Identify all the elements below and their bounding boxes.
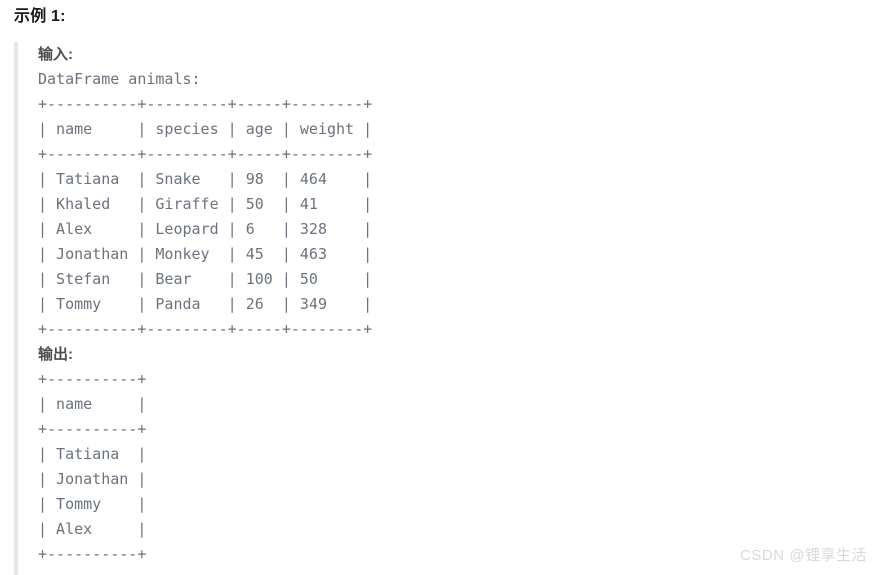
page-title: 示例 1: bbox=[14, 8, 66, 25]
input-caption: DataFrame animals: bbox=[38, 70, 201, 88]
document-page: 示例 1: 输入: DataFrame animals: +----------… bbox=[0, 0, 881, 575]
example-blockquote: 输入: DataFrame animals: +----------+-----… bbox=[14, 42, 874, 575]
output-label: 输出: bbox=[38, 346, 73, 363]
input-table: +----------+---------+-----+--------+ | … bbox=[38, 95, 373, 338]
watermark: CSDN @锂享生活 bbox=[740, 547, 867, 564]
input-label: 输入: bbox=[38, 46, 73, 63]
output-table: +----------+ | name | +----------+ | Tat… bbox=[38, 370, 147, 563]
